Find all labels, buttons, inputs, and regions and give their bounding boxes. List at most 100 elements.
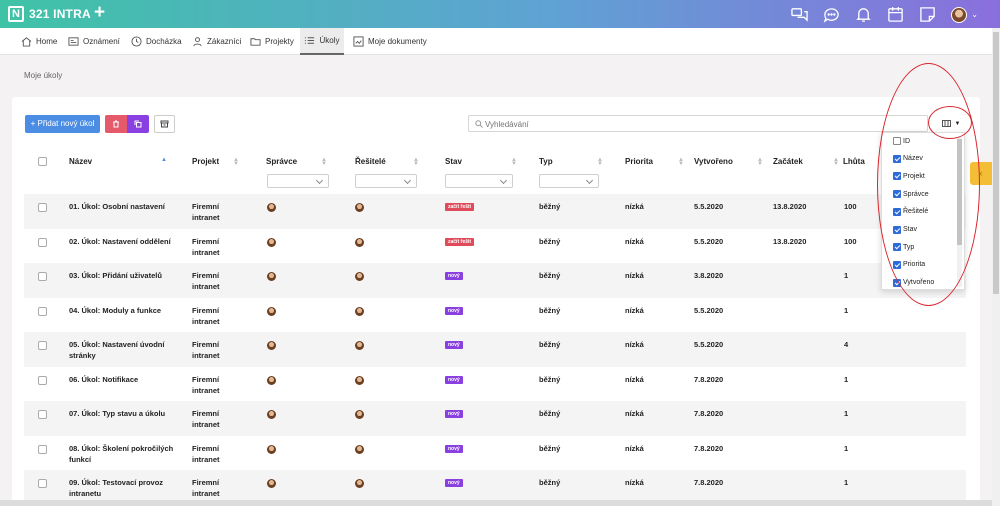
manager-avatar[interactable]: [267, 306, 276, 316]
manager-avatar[interactable]: [267, 375, 276, 385]
manager-avatar[interactable]: [267, 341, 276, 350]
table-row[interactable]: 05. Úkol: Nastavení úvodní stránky Firemní…: [24, 332, 966, 367]
row-checkbox[interactable]: [38, 272, 47, 281]
select-all-checkbox[interactable]: [38, 157, 47, 166]
row-checkbox[interactable]: [38, 237, 47, 247]
chevron-down-icon[interactable]: ⌄: [971, 10, 978, 19]
table-row[interactable]: 02. Úkol: Nastavení oddělení Firemní intra…: [24, 229, 966, 264]
chat-icon[interactable]: [791, 6, 809, 23]
stav-filter-select[interactable]: [445, 174, 513, 188]
sort-icon[interactable]: ▲ ▼: [833, 157, 839, 167]
assignee-avatar[interactable]: [355, 203, 364, 212]
typ-filter-select[interactable]: [539, 174, 599, 188]
nav-item-home[interactable]: Home: [21, 28, 57, 55]
column-header-resitele[interactable]: Řešitelé: [355, 157, 386, 166]
user-avatar[interactable]: [951, 6, 968, 23]
assignee-avatar[interactable]: [355, 306, 364, 316]
nav-item-oznameni[interactable]: Oznámení: [68, 28, 120, 55]
quick-add-button[interactable]: +: [94, 3, 105, 23]
row-checkbox[interactable]: [38, 479, 47, 488]
manager-avatar[interactable]: [267, 203, 276, 212]
message-icon[interactable]: [823, 6, 840, 23]
project-cell[interactable]: Firemní intranet: [192, 408, 220, 430]
app-logo[interactable]: N 321 INTRA: [8, 6, 91, 22]
column-header-stav[interactable]: Stav: [445, 157, 462, 166]
sort-icon[interactable]: ▲ ▼: [757, 157, 763, 167]
task-name-link[interactable]: 08. Úkol: Školení pokročilých funkcí: [69, 443, 189, 465]
sort-icon[interactable]: ▲ ▼: [678, 157, 684, 167]
sort-icon[interactable]: ▲ ▼: [321, 157, 327, 167]
search-field[interactable]: [468, 115, 928, 132]
row-checkbox[interactable]: [38, 444, 47, 454]
page-scrollbar-thumb[interactable]: [993, 32, 999, 294]
project-cell[interactable]: Firemní intranet: [192, 270, 220, 292]
copy-button[interactable]: [127, 115, 149, 133]
sort-asc-icon[interactable]: ▲: [161, 157, 167, 163]
column-header-lhuta[interactable]: Lhůta: [843, 157, 865, 166]
sort-icon[interactable]: ▲ ▼: [511, 157, 517, 167]
nav-item-moje-dokumenty[interactable]: Moje dokumenty: [353, 28, 427, 55]
assignee-avatar[interactable]: [355, 479, 364, 488]
row-checkbox[interactable]: [38, 410, 47, 419]
manager-avatar[interactable]: [267, 410, 276, 419]
nav-item-dochazka[interactable]: Docházka: [131, 28, 182, 55]
search-input[interactable]: [485, 118, 905, 130]
spravce-filter-select[interactable]: [267, 174, 329, 188]
assignee-avatar[interactable]: [355, 237, 364, 247]
row-checkbox[interactable]: [38, 203, 47, 212]
note-icon[interactable]: [919, 6, 936, 23]
column-header-priorita[interactable]: Priorita: [625, 157, 653, 166]
sort-icon[interactable]: ▲ ▼: [233, 157, 239, 167]
project-cell[interactable]: Firemní intranet: [192, 477, 220, 499]
table-row[interactable]: 08. Úkol: Školení pokročilých funkcí Firem…: [24, 436, 966, 471]
calendar-icon[interactable]: [887, 6, 904, 23]
bell-icon[interactable]: [855, 6, 872, 23]
row-checkbox[interactable]: [38, 341, 47, 350]
sort-icon[interactable]: ▲ ▼: [597, 157, 603, 167]
archive-button[interactable]: [154, 115, 175, 133]
table-row[interactable]: 01. Úkol: Osobní nastavení Firemní intrane…: [24, 194, 966, 229]
task-name-link[interactable]: 09. Úkol: Testovací provoz intranetu: [69, 477, 189, 499]
table-row[interactable]: 03. Úkol: Přidání uživatelů Firemní intran…: [24, 263, 966, 298]
task-name-link[interactable]: 02. Úkol: Nastavení oddělení: [69, 236, 189, 247]
column-header-projekt[interactable]: Projekt: [192, 157, 219, 166]
assignee-avatar[interactable]: [355, 272, 364, 281]
delete-button[interactable]: [105, 115, 127, 133]
column-header-typ[interactable]: Typ: [539, 157, 553, 166]
task-name-link[interactable]: 07. Úkol: Typ stavu a úkolu: [69, 408, 189, 419]
column-header-zacatek[interactable]: Začátek: [773, 157, 803, 166]
manager-avatar[interactable]: [267, 444, 276, 454]
row-checkbox[interactable]: [38, 375, 47, 385]
assignee-avatar[interactable]: [355, 444, 364, 454]
task-name-link[interactable]: 05. Úkol: Nastavení úvodní stránky: [69, 339, 189, 361]
add-task-button[interactable]: + Přidat nový úkol: [25, 115, 100, 133]
manager-avatar[interactable]: [267, 479, 276, 488]
project-cell[interactable]: Firemní intranet: [192, 201, 220, 223]
nav-item-ukoly[interactable]: Úkoly: [300, 28, 344, 55]
horizontal-scrollbar[interactable]: [0, 500, 992, 506]
column-header-nazev[interactable]: Název: [69, 157, 92, 166]
table-row[interactable]: 07. Úkol: Typ stavu a úkolu Firemní intran…: [24, 401, 966, 436]
project-cell[interactable]: Firemní intranet: [192, 305, 220, 327]
project-cell[interactable]: Firemní intranet: [192, 236, 220, 258]
manager-avatar[interactable]: [267, 272, 276, 281]
assignee-avatar[interactable]: [355, 375, 364, 385]
project-cell[interactable]: Firemní intranet: [192, 443, 220, 465]
nav-item-projekty[interactable]: Projekty: [250, 28, 294, 55]
column-header-vytvoreno[interactable]: Vytvořeno: [694, 157, 733, 166]
task-name-link[interactable]: 06. Úkol: Notifikace: [69, 374, 189, 385]
sort-icon[interactable]: ▲ ▼: [413, 157, 419, 167]
task-name-link[interactable]: 03. Úkol: Přidání uživatelů: [69, 270, 189, 281]
nav-item-zakaznici[interactable]: Zákazníci: [192, 28, 241, 55]
table-row[interactable]: 06. Úkol: Notifikace Firemní intranet nový b…: [24, 367, 966, 402]
project-cell[interactable]: Firemní intranet: [192, 339, 220, 361]
task-name-link[interactable]: 01. Úkol: Osobní nastavení: [69, 201, 189, 212]
row-checkbox[interactable]: [38, 306, 47, 316]
task-name-link[interactable]: 04. Úkol: Moduly a funkce: [69, 305, 189, 316]
assignee-avatar[interactable]: [355, 410, 364, 419]
column-header-spravce[interactable]: Správce: [266, 157, 297, 166]
assignee-avatar[interactable]: [355, 341, 364, 350]
project-cell[interactable]: Firemní intranet: [192, 374, 220, 396]
table-row[interactable]: 04. Úkol: Moduly a funkce Firemní intranet…: [24, 298, 966, 333]
manager-avatar[interactable]: [267, 237, 276, 247]
